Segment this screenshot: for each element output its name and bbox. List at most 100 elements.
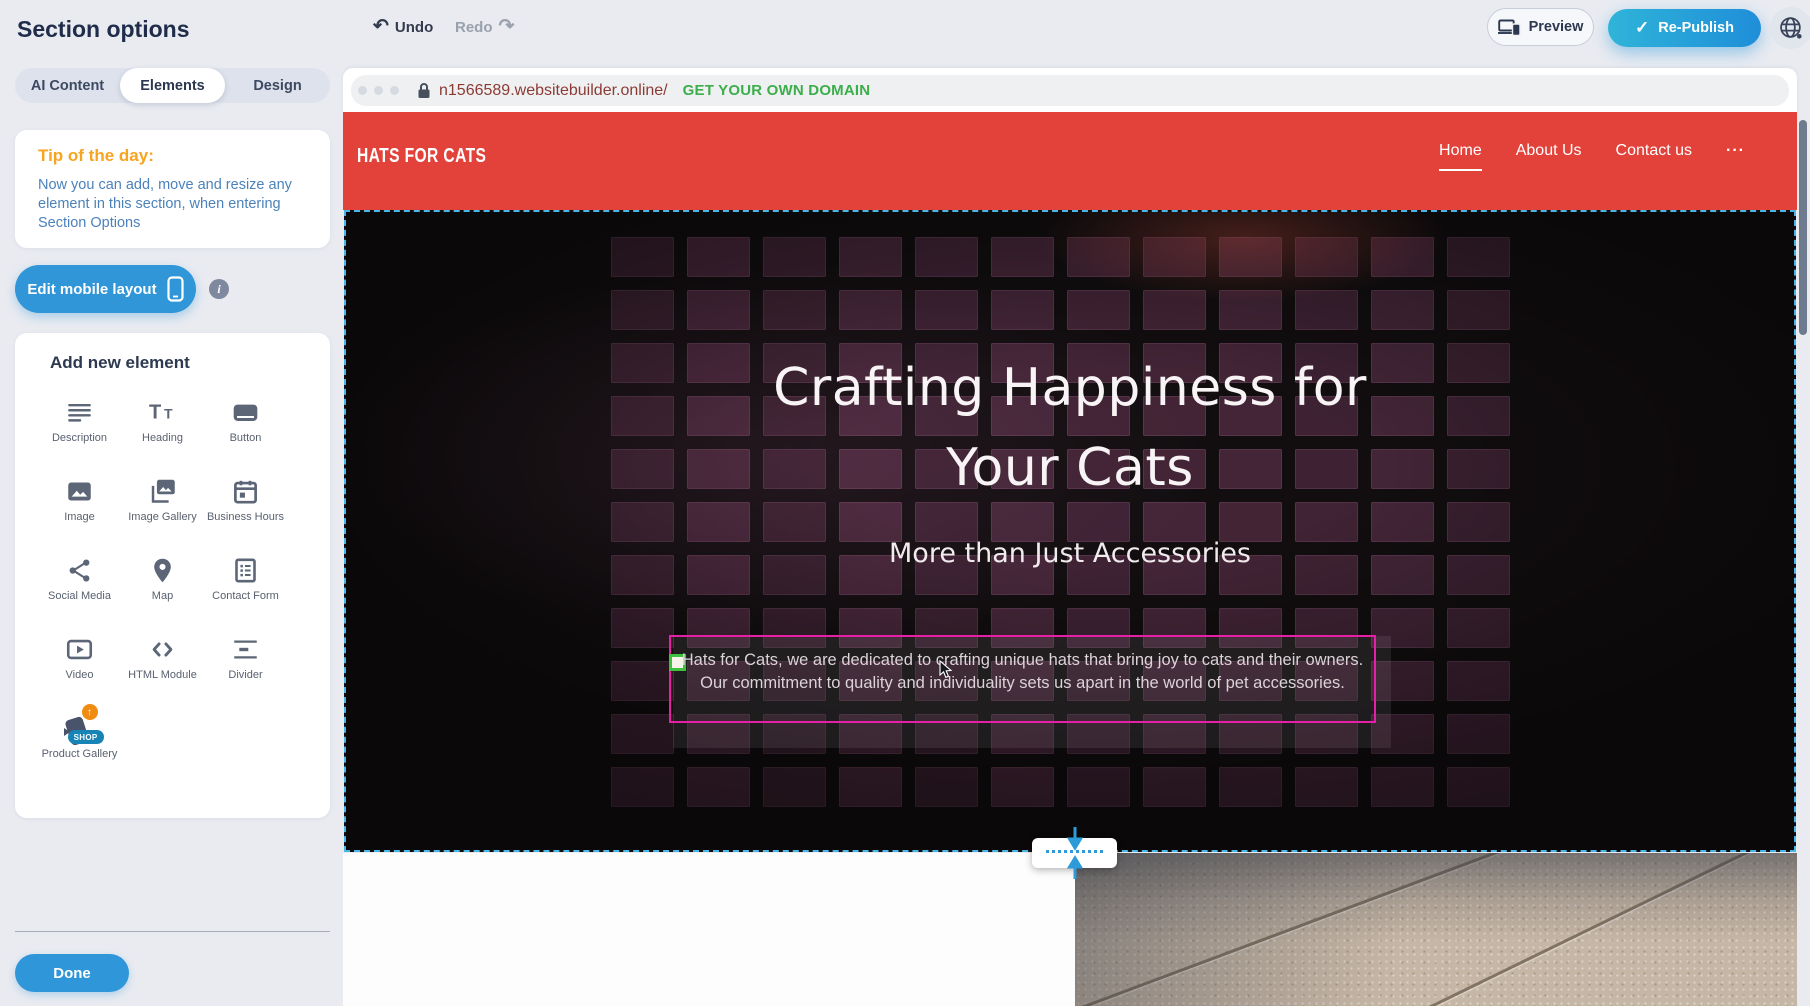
undo-label: Undo [395, 19, 433, 36]
hero-heading-line1: Crafting Happiness for [346, 348, 1794, 428]
element-item-image[interactable]: Image [38, 474, 121, 540]
hero-description-text: Hats for Cats, we are dedicated to craft… [671, 649, 1374, 694]
tip-title: Tip of the day: [38, 146, 154, 166]
calendar-icon [232, 474, 259, 508]
browser-dot [374, 86, 383, 95]
redo-button[interactable]: Redo ↷ [455, 17, 514, 37]
background-tile [991, 290, 1054, 330]
element-item-map[interactable]: Map [121, 553, 204, 619]
page-title: Section options [17, 16, 190, 43]
background-tile [611, 608, 674, 648]
mobile-phone-icon [167, 276, 184, 302]
element-item-contact-form[interactable]: Contact Form [204, 553, 287, 619]
redo-icon: ↷ [499, 17, 515, 37]
background-tile [1219, 237, 1282, 277]
tab-design[interactable]: Design [225, 68, 330, 103]
background-tile [991, 502, 1054, 542]
background-tile [1143, 502, 1206, 542]
nav-item-home[interactable]: Home [1439, 142, 1482, 171]
background-tile [991, 237, 1054, 277]
background-tile [915, 237, 978, 277]
background-tile [915, 502, 978, 542]
element-item-social-media[interactable]: Social Media [38, 553, 121, 619]
element-label: Description [52, 432, 107, 446]
element-label: Product Gallery [42, 748, 118, 762]
browser-chrome-bar: n1566589.websitebuilder.online/ GET YOUR… [343, 68, 1797, 112]
hero-section[interactable]: Crafting Happiness for Your Cats More th… [344, 210, 1796, 852]
element-label: HTML Module [128, 669, 197, 683]
description-line2: Our commitment to quality and individual… [671, 672, 1374, 695]
add-element-title: Add new element [50, 353, 190, 373]
done-button[interactable]: Done [15, 954, 129, 992]
element-item-video[interactable]: Video [38, 632, 121, 698]
element-label: Video [66, 669, 94, 683]
undo-button[interactable]: ↶ Undo [373, 17, 433, 37]
background-tile [839, 237, 902, 277]
selected-description-element[interactable]: Hats for Cats, we are dedicated to craft… [669, 635, 1376, 723]
background-tile [839, 290, 902, 330]
get-domain-link[interactable]: GET YOUR OWN DOMAIN [683, 82, 871, 99]
app-canvas: { "app": { "panel_title": "Section optio… [0, 0, 1810, 1006]
check-icon: ✓ [1635, 18, 1649, 38]
background-tile [763, 767, 826, 807]
background-tile [1447, 714, 1510, 754]
browser-dot [358, 86, 367, 95]
undo-icon: ↶ [373, 17, 389, 37]
tip-card: Tip of the day: Now you can add, move an… [15, 130, 330, 248]
element-item-image-gallery[interactable]: Image Gallery [121, 474, 204, 540]
background-tile [1447, 608, 1510, 648]
tab-elements[interactable]: Elements [120, 68, 225, 103]
tip-body: Now you can add, move and resize any ele… [38, 176, 330, 233]
background-tile [1295, 237, 1358, 277]
element-item-html-module[interactable]: HTML Module [121, 632, 204, 698]
element-item-business-hours[interactable]: Business Hours [204, 474, 287, 540]
tab-ai-content[interactable]: AI Content [15, 68, 120, 103]
text-lines-icon [66, 395, 93, 429]
background-tile [611, 661, 674, 701]
republish-button[interactable]: ✓ Re-Publish [1608, 9, 1761, 47]
image-gallery-icon [148, 474, 177, 508]
background-tile [1143, 767, 1206, 807]
element-label: Image Gallery [128, 511, 196, 525]
globe-button[interactable] [1770, 7, 1810, 49]
info-icon[interactable]: i [209, 279, 229, 299]
globe-icon [1779, 16, 1804, 41]
background-tile [839, 767, 902, 807]
preview-button[interactable]: Preview [1487, 8, 1594, 46]
divider-icon [232, 632, 259, 666]
floor-grout-line [1077, 853, 1509, 1006]
svg-text:T: T [149, 401, 161, 423]
element-item-product-gallery[interactable]: ↑SHOP Product Gallery [38, 711, 121, 777]
element-item-divider[interactable]: Divider [204, 632, 287, 698]
section-resize-handle[interactable] [1032, 838, 1117, 868]
element-item-button[interactable]: Button [204, 395, 287, 461]
background-tile [1143, 237, 1206, 277]
background-tile [763, 290, 826, 330]
background-tile [1067, 502, 1130, 542]
background-tile [1067, 767, 1130, 807]
nav-item-aboutus[interactable]: About Us [1516, 142, 1582, 169]
nav-item-contactus[interactable]: Contact us [1616, 142, 1692, 169]
element-item-heading[interactable]: TT Heading [121, 395, 204, 461]
background-tile [687, 502, 750, 542]
next-section-blank [343, 853, 1075, 1006]
edit-mobile-layout-label: Edit mobile layout [27, 281, 156, 298]
element-label: Contact Form [212, 590, 279, 604]
background-tile [1447, 237, 1510, 277]
background-tile [1371, 237, 1434, 277]
site-nav: Home About Us Contact us ··· [1439, 142, 1745, 171]
address-bar[interactable]: n1566589.websitebuilder.online/ GET YOUR… [351, 75, 1789, 106]
background-tile [1371, 502, 1434, 542]
nav-label: Contact us [1616, 142, 1692, 159]
scrollbar-thumb[interactable] [1799, 120, 1807, 335]
background-tile [611, 290, 674, 330]
element-item-description[interactable]: Description [38, 395, 121, 461]
republish-label: Re-Publish [1658, 20, 1734, 36]
background-tile [611, 714, 674, 754]
nav-item-more[interactable]: ··· [1726, 142, 1745, 169]
next-section-image [1075, 853, 1797, 1006]
edit-mobile-layout-button[interactable]: Edit mobile layout [15, 265, 196, 313]
site-logo[interactable]: HATS FOR CATS [357, 145, 486, 168]
heading-icon: TT [148, 395, 178, 429]
nav-label: Home [1439, 142, 1482, 159]
